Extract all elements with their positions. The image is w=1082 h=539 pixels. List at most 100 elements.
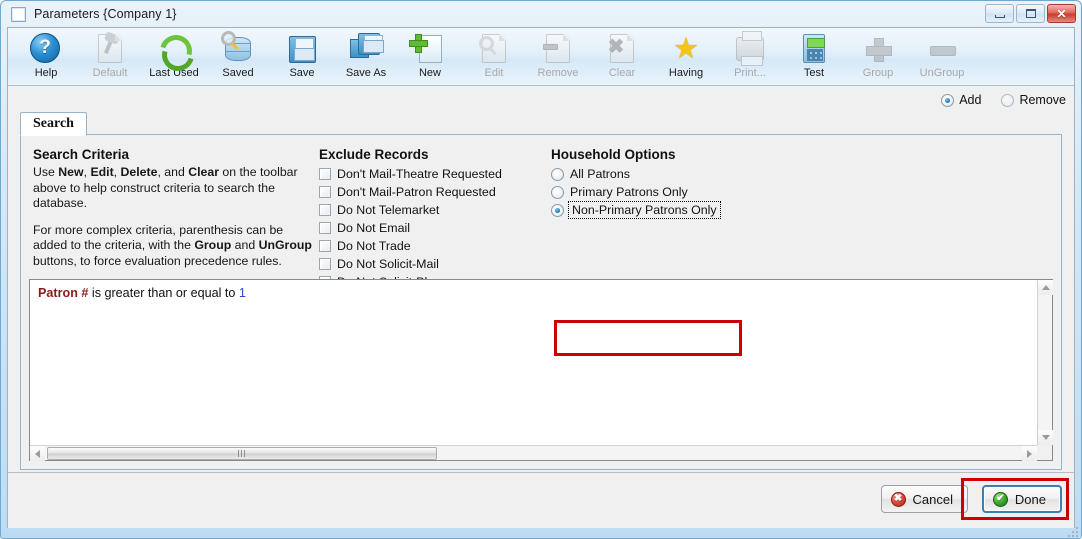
primary-patrons-only-radio[interactable]: Primary Patrons Only [551,183,781,201]
remove-mode-radio[interactable]: Remove [1001,93,1066,107]
parameters-window: Parameters {Company 1} ✕ ? Help Default [0,0,1082,539]
maximize-button[interactable] [1016,4,1045,23]
scroll-right-button[interactable] [1022,446,1037,461]
close-button[interactable]: ✕ [1047,4,1076,23]
checkbox-do-not-telemarket[interactable]: Do Not Telemarket [319,201,549,219]
all-patrons-radio[interactable]: All Patrons [551,165,781,183]
window-title: Parameters {Company 1} [34,7,177,21]
radio-label: Primary Patrons Only [570,185,688,199]
checkbox-do-not-solicit-mail[interactable]: Do Not Solicit-Mail [319,255,549,273]
chevron-left-icon [35,449,40,458]
cancel-button[interactable]: ✖ Cancel [880,485,968,513]
checkbox-dont-mail-theatre-requested[interactable]: Don't Mail-Theatre Requested [319,165,549,183]
scroll-down-button[interactable] [1038,430,1053,445]
checkbox-do-not-trade[interactable]: Do Not Trade [319,237,549,255]
horizontal-scrollbar[interactable] [30,445,1037,461]
toolbar-button-saved[interactable]: Saved [206,28,270,84]
search-criteria-section: Search Criteria Use New, Edit, Delete, a… [33,147,319,280]
text-part: Clear [188,165,219,179]
minimize-button[interactable] [985,4,1014,23]
new-page-icon [409,33,446,65]
checkbox-label: Do Not Trade [337,239,411,253]
vertical-scrollbar[interactable] [1037,280,1053,445]
checkbox-do-not-email[interactable]: Do Not Email [319,219,549,237]
maximize-icon [1025,9,1036,18]
checkbox-indicator [319,186,331,198]
non-primary-patrons-only-radio[interactable]: Non-Primary Patrons Only [551,201,781,219]
cancel-button-label: Cancel [912,491,953,507]
text-part: UnGroup [258,238,312,252]
text-part: New [58,165,84,179]
exclude-records-title: Exclude Records [319,147,429,162]
edit-magnifier-icon [478,33,510,65]
search-criteria-title: Search Criteria [33,147,130,162]
pin-page-icon [94,33,126,65]
toolbar-label: Default [92,67,128,79]
checkbox-label: Don't Mail-Patron Requested [337,185,496,199]
text-part: Edit [90,165,114,179]
search-criteria-paragraph-1: Use New, Edit, Delete, and Clear on the … [33,165,319,212]
client-area: ? Help Default Last Used Saved Save Save… [7,27,1075,528]
toolbar-label: Clear [608,67,636,79]
toolbar-label: Test [803,67,825,79]
toolbar-button-save-as[interactable]: Save As [334,28,398,84]
floppy-icon [286,33,318,65]
exclude-records-section: Exclude Records Don't Mail-Theatre Reque… [319,147,549,291]
toolbar-label: Help [34,67,58,79]
radio-indicator [551,185,564,199]
toolbar-label: Print... [734,67,766,79]
text-part: buttons, to force evaluation precedence … [33,253,282,268]
database-search-icon [221,31,254,65]
toolbar-label: Save As [345,67,387,79]
toolbar-label: Remove [537,67,579,79]
checkbox-label: Do Not Solicit-Mail [337,257,439,271]
add-mode-radio[interactable]: Add [941,93,981,107]
horizontal-scrollbar-thumb[interactable] [47,447,437,460]
toolbar-button-new[interactable]: New [398,28,462,84]
tab-strip: Search [20,112,1062,136]
criteria-list-box[interactable]: Patron # is greater than or equal to 1 [29,279,1053,461]
star-icon: ★ [673,33,699,65]
radio-indicator [941,93,955,107]
radio-indicator [551,167,564,181]
text-part: and [231,238,259,252]
toolbar-button-ungroup: UnGroup [910,28,974,84]
minus-icon [926,33,958,65]
resize-grip[interactable] [1065,524,1078,537]
checkbox-dont-mail-patron-requested[interactable]: Don't Mail-Patron Requested [319,183,549,201]
toolbar-label: Edit [484,67,504,79]
clear-page-icon: ✖ [606,33,638,65]
printer-icon [734,31,766,66]
close-icon: ✕ [1056,6,1067,21]
radio-indicator [1001,93,1015,107]
toolbar-button-having[interactable]: ★ Having [654,28,718,84]
household-options-section: Household Options All Patrons Primary Pa… [551,147,781,219]
toolbar-button-group: Group [846,28,910,84]
checkbox-indicator [319,168,331,180]
toolbar-button-remove: Remove [526,28,590,84]
criteria-field: Patron # [38,286,89,300]
toolbar-button-help[interactable]: ? Help [14,28,78,84]
search-criteria-paragraph-2: For more complex criteria, parenthesis c… [33,223,319,270]
criteria-row[interactable]: Patron # is greater than or equal to 1 [38,286,246,300]
tab-search[interactable]: Search [20,112,87,136]
scroll-left-button[interactable] [30,446,45,461]
checkbox-label: Don't Mail-Theatre Requested [337,167,502,181]
radio-indicator [551,203,564,217]
calculator-icon [798,33,830,65]
toolbar-button-save[interactable]: Save [270,28,334,84]
remove-mode-label: Remove [1019,93,1066,107]
done-button[interactable]: ✔ Done [981,485,1062,513]
search-panel: Search Criteria Use New, Edit, Delete, a… [20,134,1062,470]
minimize-icon [994,14,1005,18]
checkbox-indicator [319,204,331,216]
criteria-operator: is greater than or equal to [91,286,236,300]
toolbar-button-last-used[interactable]: Last Used [142,28,206,84]
scroll-up-button[interactable] [1038,280,1053,295]
title-bar: Parameters {Company 1} ✕ [1,1,1081,27]
help-icon: ? [30,33,62,65]
toolbar-label: New [418,67,441,79]
text-part: , and [157,165,189,179]
toolbar-button-test[interactable]: Test [782,28,846,84]
window-controls: ✕ [985,4,1076,23]
